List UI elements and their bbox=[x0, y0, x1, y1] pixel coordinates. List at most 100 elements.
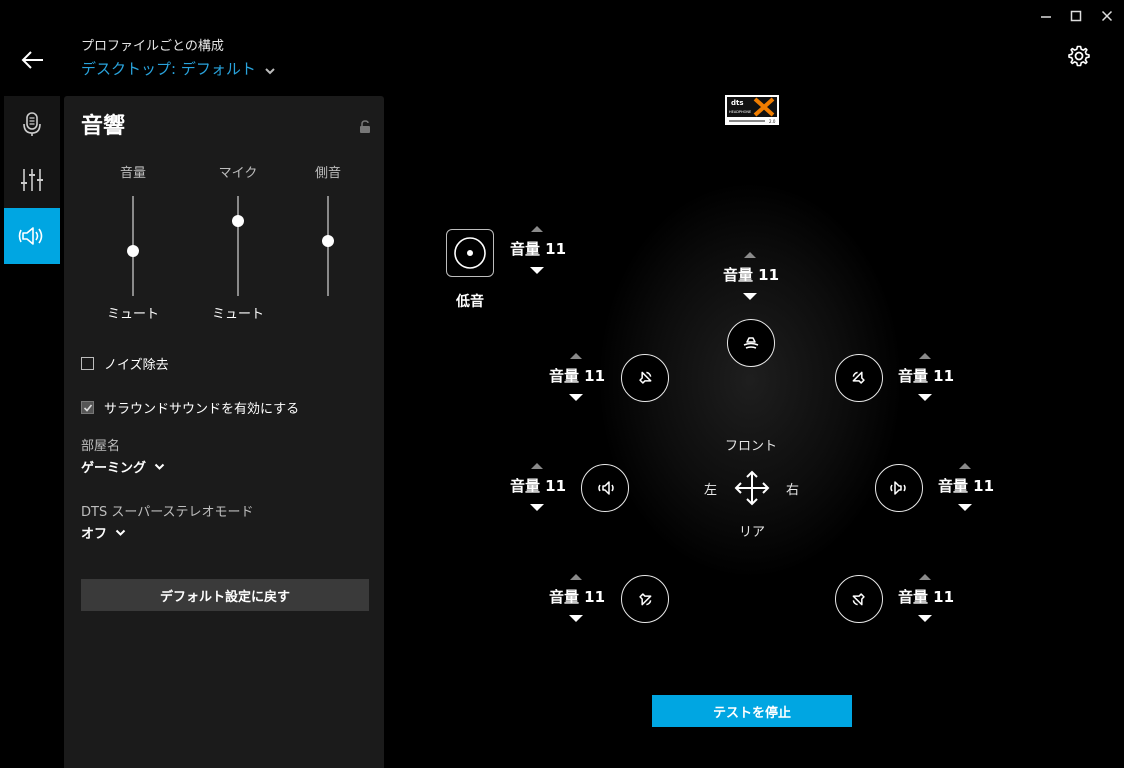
svg-text:HEADPHONE: HEADPHONE bbox=[729, 110, 751, 114]
side-right-speaker-button[interactable] bbox=[875, 464, 923, 512]
minimize-button[interactable] bbox=[1038, 8, 1054, 24]
side-left-speaker-icon bbox=[598, 481, 614, 495]
left-label: 左 bbox=[704, 483, 718, 498]
mic-slider[interactable] bbox=[232, 196, 244, 296]
rear-right-speaker-button[interactable] bbox=[835, 575, 883, 623]
volume-down-arrow[interactable] bbox=[569, 394, 583, 401]
side-left-speaker-button[interactable] bbox=[581, 464, 629, 512]
center-speaker-button[interactable] bbox=[727, 319, 775, 367]
room-value: ゲーミング bbox=[81, 461, 147, 476]
equalizer-icon bbox=[21, 169, 43, 191]
sidetone-slider-group: 側音 bbox=[288, 162, 368, 296]
bass-label: 低音 bbox=[456, 294, 484, 310]
volume-up-arrow[interactable] bbox=[919, 574, 931, 580]
chevron-down-icon bbox=[154, 463, 165, 470]
acoustics-panel: 音響 音量 ミュート マイク ミュート 側音 ノイズ除去 サラウンドサウンドを有… bbox=[64, 96, 384, 768]
slider-label: マイク bbox=[218, 166, 258, 181]
checkbox-box bbox=[81, 357, 94, 370]
volume-down-arrow[interactable] bbox=[958, 504, 972, 511]
volume-up-arrow[interactable] bbox=[531, 226, 543, 232]
right-label: 右 bbox=[786, 483, 800, 498]
volume-value: 音量 11 bbox=[937, 477, 995, 495]
volume-value: 音量 11 bbox=[509, 240, 567, 258]
front-left-speaker-button[interactable] bbox=[621, 354, 669, 402]
center-speaker-icon bbox=[743, 337, 759, 349]
slider-value: ミュート bbox=[211, 307, 264, 322]
reset-defaults-button[interactable]: デフォルト設定に戻す bbox=[81, 579, 369, 611]
volume-slider-group: 音量 ミュート bbox=[93, 162, 173, 322]
nav-equalizer[interactable] bbox=[4, 152, 60, 208]
speaker-icon bbox=[18, 227, 43, 245]
profile-selector[interactable]: デスクトップ: デフォルト bbox=[81, 58, 276, 79]
rear-left-speaker-button[interactable] bbox=[621, 575, 669, 623]
mic-slider-group: マイク ミュート bbox=[198, 162, 278, 322]
front-right-volume: 音量 11 bbox=[891, 353, 961, 409]
checkbox-box bbox=[81, 401, 94, 414]
slider-label: 音量 bbox=[119, 166, 146, 181]
back-button[interactable] bbox=[18, 48, 46, 72]
side-right-volume: 音量 11 bbox=[931, 463, 1001, 519]
center-volume: 音量 11 bbox=[716, 252, 786, 308]
noise-reduction-checkbox[interactable]: ノイズ除去 bbox=[81, 354, 169, 373]
volume-down-arrow[interactable] bbox=[918, 394, 932, 401]
volume-up-arrow[interactable] bbox=[570, 574, 582, 580]
microphone-icon bbox=[23, 112, 41, 136]
volume-up-arrow[interactable] bbox=[570, 353, 582, 359]
minimize-icon bbox=[1041, 16, 1051, 18]
arrow-left-icon bbox=[21, 51, 43, 69]
lock-icon[interactable] bbox=[358, 120, 372, 134]
bass-volume: 音量 11 bbox=[503, 226, 573, 282]
subwoofer-icon bbox=[454, 237, 486, 269]
close-button[interactable] bbox=[1099, 8, 1115, 24]
front-left-volume: 音量 11 bbox=[542, 353, 612, 409]
volume-slider[interactable] bbox=[127, 196, 139, 296]
front-left-speaker-icon bbox=[639, 371, 652, 384]
settings-button[interactable] bbox=[1067, 44, 1091, 68]
bass-button[interactable] bbox=[446, 229, 494, 277]
volume-value: 音量 11 bbox=[897, 367, 955, 385]
slider-thumb[interactable] bbox=[232, 215, 244, 227]
panel-title: 音響 bbox=[81, 114, 126, 139]
volume-up-arrow[interactable] bbox=[744, 252, 756, 258]
chevron-down-icon bbox=[265, 67, 275, 74]
room-label: 部屋名 bbox=[81, 439, 121, 454]
volume-up-arrow[interactable] bbox=[959, 463, 971, 469]
volume-up-arrow[interactable] bbox=[919, 353, 931, 359]
stop-test-button[interactable]: テストを停止 bbox=[652, 695, 852, 727]
volume-value: 音量 11 bbox=[548, 367, 606, 385]
maximize-button[interactable] bbox=[1068, 8, 1084, 24]
slider-label: 側音 bbox=[314, 166, 341, 181]
stereo-mode-label: DTS スーパーステレオモード bbox=[81, 505, 254, 520]
volume-value: 音量 11 bbox=[548, 588, 606, 606]
slider-thumb[interactable] bbox=[322, 235, 334, 247]
volume-down-arrow[interactable] bbox=[743, 293, 757, 300]
move-arrows-icon[interactable] bbox=[734, 470, 770, 506]
nav-acoustics[interactable] bbox=[4, 208, 60, 264]
rear-left-speaker-icon bbox=[639, 593, 652, 606]
stereo-mode-dropdown[interactable]: オフ bbox=[81, 523, 126, 542]
rear-right-speaker-icon bbox=[852, 593, 865, 606]
side-right-speaker-icon bbox=[890, 481, 906, 495]
svg-text:dts: dts bbox=[731, 99, 744, 107]
rear-right-volume: 音量 11 bbox=[891, 574, 961, 630]
rear-label: リア bbox=[739, 525, 766, 540]
volume-down-arrow[interactable] bbox=[530, 267, 544, 274]
surround-checkbox[interactable]: サラウンドサウンドを有効にする bbox=[81, 398, 299, 417]
profile-name: デスクトップ: デフォルト bbox=[81, 60, 256, 78]
nav-microphone[interactable] bbox=[4, 96, 60, 152]
header-subtitle: プロファイルごとの構成 bbox=[81, 39, 224, 54]
volume-down-arrow[interactable] bbox=[569, 615, 583, 622]
front-right-speaker-button[interactable] bbox=[835, 354, 883, 402]
sidetone-slider[interactable] bbox=[322, 196, 334, 296]
side-nav bbox=[4, 96, 60, 264]
room-dropdown[interactable]: ゲーミング bbox=[81, 457, 165, 476]
stereo-mode-value: オフ bbox=[81, 527, 108, 542]
checkbox-label: サラウンドサウンドを有効にする bbox=[104, 402, 300, 417]
slider-thumb[interactable] bbox=[127, 245, 139, 257]
volume-down-arrow[interactable] bbox=[918, 615, 932, 622]
volume-up-arrow[interactable] bbox=[531, 463, 543, 469]
rear-left-volume: 音量 11 bbox=[542, 574, 612, 630]
gear-icon bbox=[1068, 45, 1090, 67]
volume-down-arrow[interactable] bbox=[530, 504, 544, 511]
svg-text:2.0: 2.0 bbox=[769, 119, 776, 124]
